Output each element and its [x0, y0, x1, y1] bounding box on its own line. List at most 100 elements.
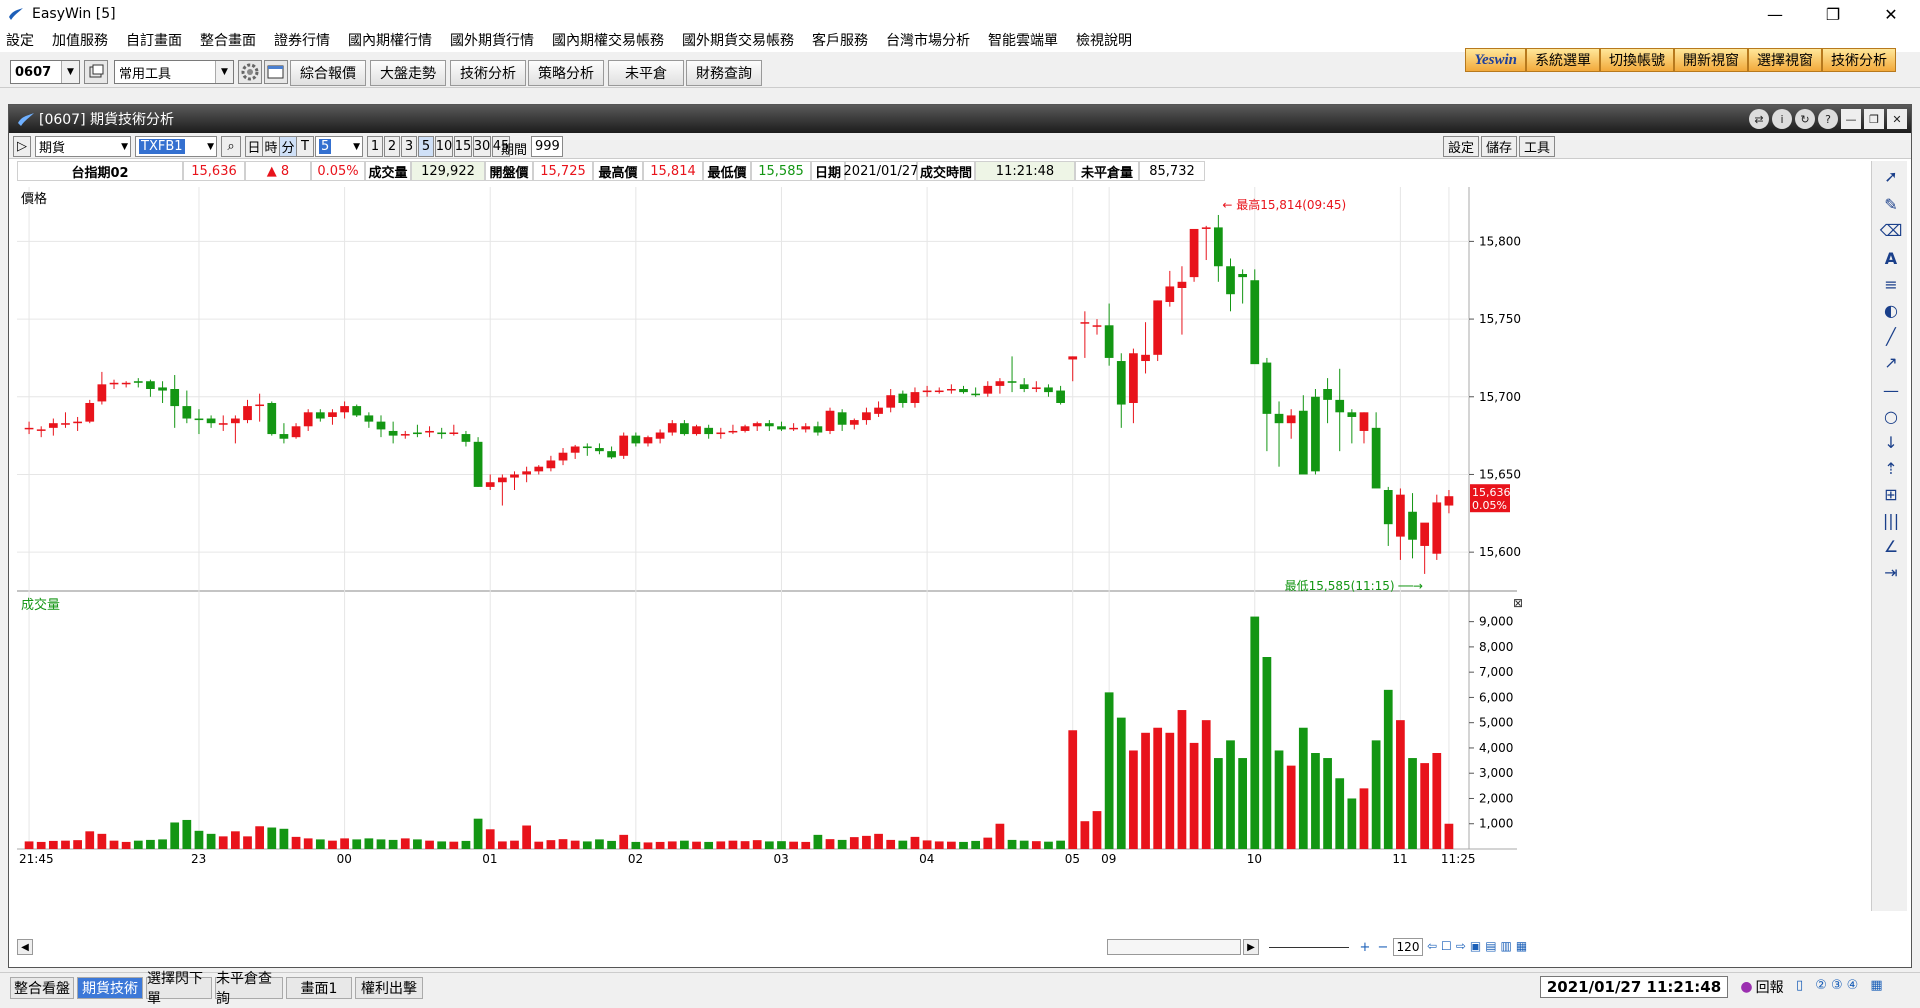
bars-tool-icon[interactable]: ||| — [1880, 509, 1902, 531]
hline-tool-icon[interactable]: — — [1880, 379, 1902, 401]
toolbar-button[interactable]: 大盤走勢 — [370, 60, 446, 86]
window-close-button[interactable]: ✕ — [1887, 109, 1907, 129]
toolbar-button[interactable]: 策略分析 — [528, 60, 604, 86]
help-icon[interactable]: ? — [1818, 109, 1838, 129]
interval-preset-button[interactable]: 10 — [435, 136, 453, 157]
indent-tool-icon[interactable]: ⇥ — [1880, 561, 1902, 583]
menu-item[interactable]: 加值服務 — [52, 30, 108, 50]
chevron-down-icon[interactable]: ▼ — [61, 61, 79, 83]
menu-item[interactable]: 國內期權行情 — [348, 30, 432, 50]
market-select[interactable]: 期貨 ▼ — [35, 136, 131, 157]
line-tool-icon[interactable]: ╱ — [1880, 325, 1902, 347]
toolbar-button[interactable]: 未平倉 — [608, 60, 684, 86]
menu-item[interactable]: 國內期權交易帳務 — [552, 30, 664, 50]
chart-tool-button[interactable]: 工具 — [1519, 136, 1555, 157]
k-type-button[interactable]: 分 — [279, 136, 297, 157]
menu-item[interactable]: 檢視說明 — [1076, 30, 1132, 50]
info-icon[interactable]: i — [1772, 109, 1792, 129]
brand-menu-item[interactable]: 技術分析 — [1822, 48, 1896, 72]
restore-button[interactable]: ❐ — [1804, 0, 1862, 28]
k-type-button[interactable]: 日 — [245, 136, 263, 157]
zoom-in-icon[interactable]: + — [1357, 939, 1373, 955]
menu-item[interactable]: 自訂畫面 — [126, 30, 182, 50]
marker-tool-icon[interactable]: ⇡ — [1880, 457, 1902, 479]
interval-preset-button[interactable]: 5 — [418, 136, 434, 157]
volume-bar — [1141, 732, 1150, 849]
lines-icon[interactable]: ≡ — [1880, 273, 1902, 295]
candle-body — [886, 395, 896, 408]
k-type-button[interactable]: 時 — [262, 136, 280, 157]
echo-button[interactable]: ● 回報 — [1732, 976, 1792, 998]
brand-menu-item[interactable]: 切換帳號 — [1600, 48, 1674, 72]
toolbar-button[interactable]: 技術分析 — [450, 60, 526, 86]
nav-icons[interactable]: ⇦☐⇨▣▤▥▦ — [1427, 939, 1531, 953]
refresh-icon[interactable]: ↻ — [1795, 109, 1815, 129]
menu-item[interactable]: 整合畫面 — [200, 30, 256, 50]
code-combo[interactable]: 0607 ▼ — [10, 60, 80, 84]
menu-item[interactable]: 設定 — [6, 30, 34, 50]
pencil-icon[interactable]: ✎ — [1880, 193, 1902, 215]
tab-item[interactable]: 權利出擊 — [355, 977, 423, 999]
scroll-left-button[interactable]: ◀ — [17, 939, 33, 955]
menu-item[interactable]: 客戶服務 — [812, 30, 868, 50]
eraser-icon[interactable]: ⌫ — [1880, 219, 1903, 241]
play-button[interactable]: ▷ — [13, 136, 31, 157]
window-copy-button[interactable] — [84, 60, 108, 84]
tools-combo[interactable]: 常用工具 ▼ — [114, 60, 234, 84]
interval-preset-button[interactable]: 30 — [473, 136, 491, 157]
menu-item[interactable]: 國外期貨交易帳務 — [682, 30, 794, 50]
zoom-value[interactable]: 120 — [1393, 938, 1423, 956]
fan-tool-icon[interactable]: ∠ — [1880, 535, 1902, 557]
tab-item[interactable]: 未平倉查詢 — [215, 971, 283, 1007]
interval-preset-button[interactable]: 3 — [401, 136, 417, 157]
interval-preset-button[interactable]: 15 — [454, 136, 472, 157]
menu-item[interactable]: 證券行情 — [274, 30, 330, 50]
scroll-thumb[interactable] — [1107, 939, 1241, 955]
brand-menu-item[interactable]: 開新視窗 — [1674, 48, 1748, 72]
brand-menu-item[interactable]: 選擇視窗 — [1748, 48, 1822, 72]
window-restore-button[interactable]: ❐ — [1864, 109, 1884, 129]
tab-item[interactable]: 選擇閃下單 — [146, 971, 212, 1007]
candle-body — [716, 432, 726, 435]
chevron-down-icon[interactable]: ▼ — [215, 61, 233, 83]
window-minimize-button[interactable]: — — [1841, 109, 1861, 129]
fibonacci-tool-icon[interactable]: ⊞ — [1880, 483, 1902, 505]
k-type-button[interactable]: T — [296, 136, 314, 157]
text-tool-icon[interactable]: A — [1880, 247, 1902, 269]
close-icon[interactable]: ⊠ — [1513, 596, 1523, 610]
gear-button[interactable] — [238, 60, 262, 84]
window-list-button[interactable] — [264, 60, 288, 84]
tab-item[interactable]: 整合看盤 — [10, 977, 74, 999]
toolbar-button[interactable]: 財務查詢 — [686, 60, 762, 86]
chart-tool-button[interactable]: 儲存 — [1481, 136, 1517, 157]
search-button[interactable]: ⌕ — [221, 136, 241, 157]
toolbar-button[interactable]: 綜合報價 — [290, 60, 366, 86]
period-input[interactable]: 999 — [531, 136, 563, 157]
tech-analysis-window: [0607] 期貨技術分析 ⇄ i ↻ ? — ❐ ✕ ▷ 期貨 ▼ TXFB1… — [8, 104, 1912, 968]
pointer-icon[interactable]: ➚ — [1880, 165, 1902, 187]
scroll-right-button[interactable]: ▶ — [1243, 939, 1259, 955]
menu-item[interactable]: 智能雲端單 — [988, 30, 1058, 50]
tab-item[interactable]: 畫面1 — [286, 977, 352, 999]
chart-tool-button[interactable]: 設定 — [1443, 136, 1479, 157]
circle-tool-icon[interactable]: ○ — [1880, 405, 1902, 427]
tab-item[interactable]: 期貨技術 — [77, 977, 143, 999]
interval-select[interactable]: 5 ▼ — [315, 136, 363, 157]
minimize-button[interactable]: — — [1746, 0, 1804, 28]
close-button[interactable]: ✕ — [1862, 0, 1920, 28]
zoom-slider[interactable] — [1269, 947, 1349, 948]
link-icon[interactable]: ⇄ — [1749, 109, 1769, 129]
layout-icons[interactable]: ▯ ②③④ ▦ — [1796, 978, 1887, 993]
yeswin-logo[interactable]: Yeswin — [1465, 48, 1526, 72]
vline-tool-icon[interactable]: ↓ — [1880, 431, 1902, 453]
brand-menu-item[interactable]: 系統選單 — [1526, 48, 1600, 72]
palette-icon[interactable]: ◐ — [1880, 299, 1902, 321]
interval-preset-button[interactable]: 2 — [384, 136, 400, 157]
menu-item[interactable]: 國外期貨行情 — [450, 30, 534, 50]
interval-preset-button[interactable]: 1 — [367, 136, 383, 157]
candlestick-chart[interactable]: 21:45 23 00 01 02 03 04 05 09 10 11 11:25 15,600 15,6… — [17, 187, 1863, 947]
arrow-tool-icon[interactable]: ↗ — [1880, 351, 1902, 373]
symbol-select[interactable]: TXFB1 ▼ — [135, 136, 217, 157]
zoom-out-icon[interactable]: − — [1375, 939, 1391, 955]
menu-item[interactable]: 台灣市場分析 — [886, 30, 970, 50]
